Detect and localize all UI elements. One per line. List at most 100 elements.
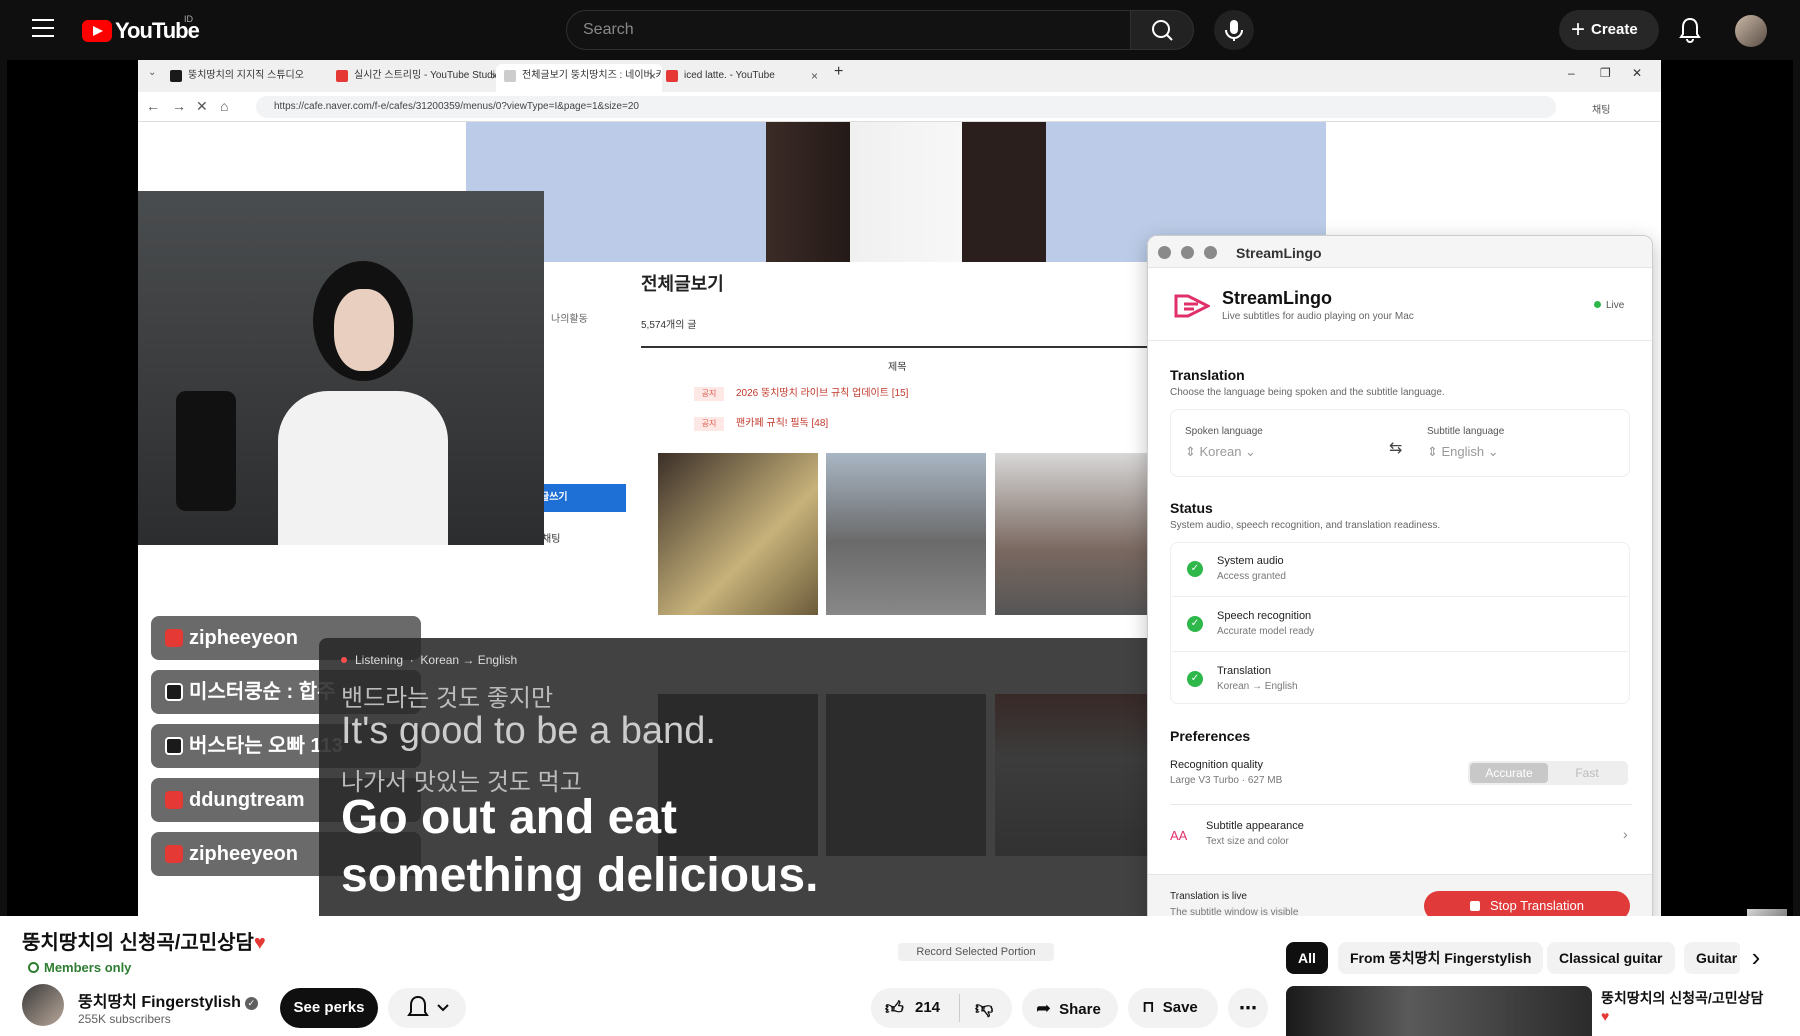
more-actions-icon[interactable]: ⋯ [1228,988,1268,1028]
forward-arrow-icon[interactable]: → [172,98,186,114]
close-window-icon[interactable]: ✕ [1632,66,1642,80]
new-tab-button[interactable]: + [834,63,843,81]
minimize-window-icon[interactable] [1181,246,1194,259]
chevron-right-icon: › [1623,826,1628,842]
save-button[interactable]: ⊓ Save [1128,988,1218,1028]
browser-tab[interactable]: 뚱치땅치의 지지직 스튜디오× [162,64,352,92]
chat-link[interactable]: 채팅 [542,530,560,545]
app-name: StreamLingo [1222,288,1333,308]
youtube-logo[interactable]: YouTube ID [82,14,200,44]
miniplayer-thumbnail[interactable] [1747,909,1787,916]
tab-label: 뚱치땅치의 지지직 스튜디오 [188,70,304,81]
divider [959,994,960,1022]
microphone-icon [1225,20,1243,41]
tab-favicon-icon [666,70,678,82]
subtitle-window[interactable]: Listening · Korean → English 밴드라는 것도 좋지만… [319,638,1165,916]
stop-loading-icon[interactable]: ✕ [196,98,208,115]
status-item-subtitle: Korean → English [1217,681,1298,692]
quality-accurate-option[interactable]: Accurate [1470,763,1548,783]
share-button[interactable]: ➦ Share [1022,988,1118,1028]
bell-icon [407,995,449,1016]
text-size-icon: AA [1170,828,1188,843]
streamer-figure [278,251,448,545]
my-activity-tab[interactable]: 나의활동 [551,310,588,325]
restore-icon[interactable]: ❐ [1600,66,1611,80]
listening-dot-icon [341,657,347,663]
chip-all[interactable]: All [1286,942,1328,974]
close-tab-icon[interactable]: × [649,64,656,88]
subtitle-appearance-subtitle: Text size and color [1206,836,1289,847]
recognition-quality-label: Recognition quality [1170,759,1263,771]
app-root: YouTube ID Search + Create ⌄ 뚱치땅치의 지지직 스튜… [0,0,1800,1036]
recommended-video-title[interactable]: 뚱치땅치의 신청곡/고민상담 ♥ [1601,988,1791,1024]
dislike-icon[interactable]: 👎︎ [975,988,993,1028]
search-input[interactable]: Search [566,10,1131,50]
recommended-video-thumbnail[interactable] [1286,986,1592,1036]
voice-search-button[interactable] [1214,10,1254,50]
back-arrow-icon[interactable]: ← [146,98,160,114]
minimize-icon[interactable]: – [1568,66,1575,80]
tab-favicon-icon [170,70,182,82]
like-count[interactable]: 214 [915,988,940,1028]
like-dislike-group: 👍︎ 214 👎︎ [871,988,1012,1028]
video-info: 뚱치땅치의 신청곡/고민상담♥ Members only 뚱치땅치 Finger… [0,916,1800,1036]
post-thumbnail[interactable] [995,453,1155,615]
menu-icon[interactable] [32,19,54,39]
swap-languages-icon[interactable]: ⇆ [1389,438,1402,458]
profile-label[interactable]: 채팅 [1592,101,1610,116]
tab-label: iced latte. - YouTube [684,70,775,81]
column-header-title: 제목 [888,362,907,373]
subtitle-translated-line: Go out and eat [341,791,677,844]
search-button[interactable] [1130,10,1194,50]
notification-settings-button[interactable] [388,988,466,1028]
chip-classical-guitar[interactable]: Classical guitar [1547,942,1675,974]
like-icon[interactable]: 👍︎ [885,988,904,1028]
chip-from-channel[interactable]: From 뚱치땅치 Fingerstylish [1338,942,1544,974]
spoken-language-label: Spoken language [1185,426,1263,437]
subtitle-language-select[interactable]: ⇕ English ⌄ [1427,444,1499,460]
close-tab-icon[interactable]: × [811,64,818,88]
youtube-chat-icon [165,845,183,863]
chat-text: zipheeyeon [189,627,298,649]
youtube-chat-icon [165,791,183,809]
account-avatar[interactable] [1735,15,1767,47]
zoom-window-icon[interactable] [1204,246,1217,259]
direction-label: Korean → English [420,653,518,667]
post-thumbnail[interactable] [658,453,818,615]
record-selected-portion-button[interactable]: Record Selected Portion [898,943,1054,961]
tab-label: 실시간 스트리밍 - YouTube Studio [354,70,501,81]
tab-list-chevron-icon[interactable]: ⌄ [148,67,156,78]
notifications-bell-icon[interactable] [1678,16,1702,44]
post-thumbnail[interactable] [826,453,986,615]
listening-label: Listening [355,653,404,667]
save-label: Save [1162,999,1198,1016]
recognition-quality-toggle: Accurate Fast [1468,761,1628,785]
video-player[interactable]: ⌄ 뚱치땅치의 지지직 스튜디오× 실시간 스트리밍 - YouTube Stu… [7,60,1793,916]
browser-tab[interactable]: 실시간 스트리밍 - YouTube Studio × [328,64,504,92]
heart-icon: ♥ [1601,1008,1610,1024]
channel-name[interactable]: 뚱치땅치 Fingerstylish ✓ [78,988,258,1012]
status-item-subtitle: Access granted [1217,571,1286,582]
see-perks-button[interactable]: See perks [280,988,378,1028]
browser-tab-active[interactable]: 전체글보기 뚱치땅치즈 : 네이버 카페 × [496,64,662,92]
url-input[interactable]: https://cafe.naver.com/f-e/cafes/3120035… [256,96,1556,118]
live-label: Live [1606,300,1625,311]
chat-text: zipheeyeon [189,843,298,865]
chip-guitar[interactable]: Guitar [1684,942,1742,974]
status-card: ✓ System audio Access granted ✓ Speech r… [1170,542,1630,704]
stop-translation-button[interactable]: Stop Translation [1424,891,1630,916]
webcam-overlay [138,191,544,545]
chevron-right-icon[interactable]: › [1740,942,1772,974]
spoken-language-select[interactable]: ⇕ Korean ⌄ [1185,444,1256,460]
create-button[interactable]: + Create [1559,10,1659,50]
verified-icon: ✓ [244,997,258,1010]
home-icon[interactable]: ⌂ [220,98,228,114]
subtitle-language-label: Subtitle language [1427,426,1505,437]
browser-tab[interactable]: iced latte. - YouTube × [658,64,824,92]
quality-fast-option[interactable]: Fast [1548,763,1626,783]
channel-avatar[interactable] [22,984,64,1026]
members-icon [28,962,39,973]
status-item-title: Speech recognition [1217,610,1312,622]
translation-heading: Translation [1170,367,1245,383]
close-window-icon[interactable] [1158,246,1171,259]
